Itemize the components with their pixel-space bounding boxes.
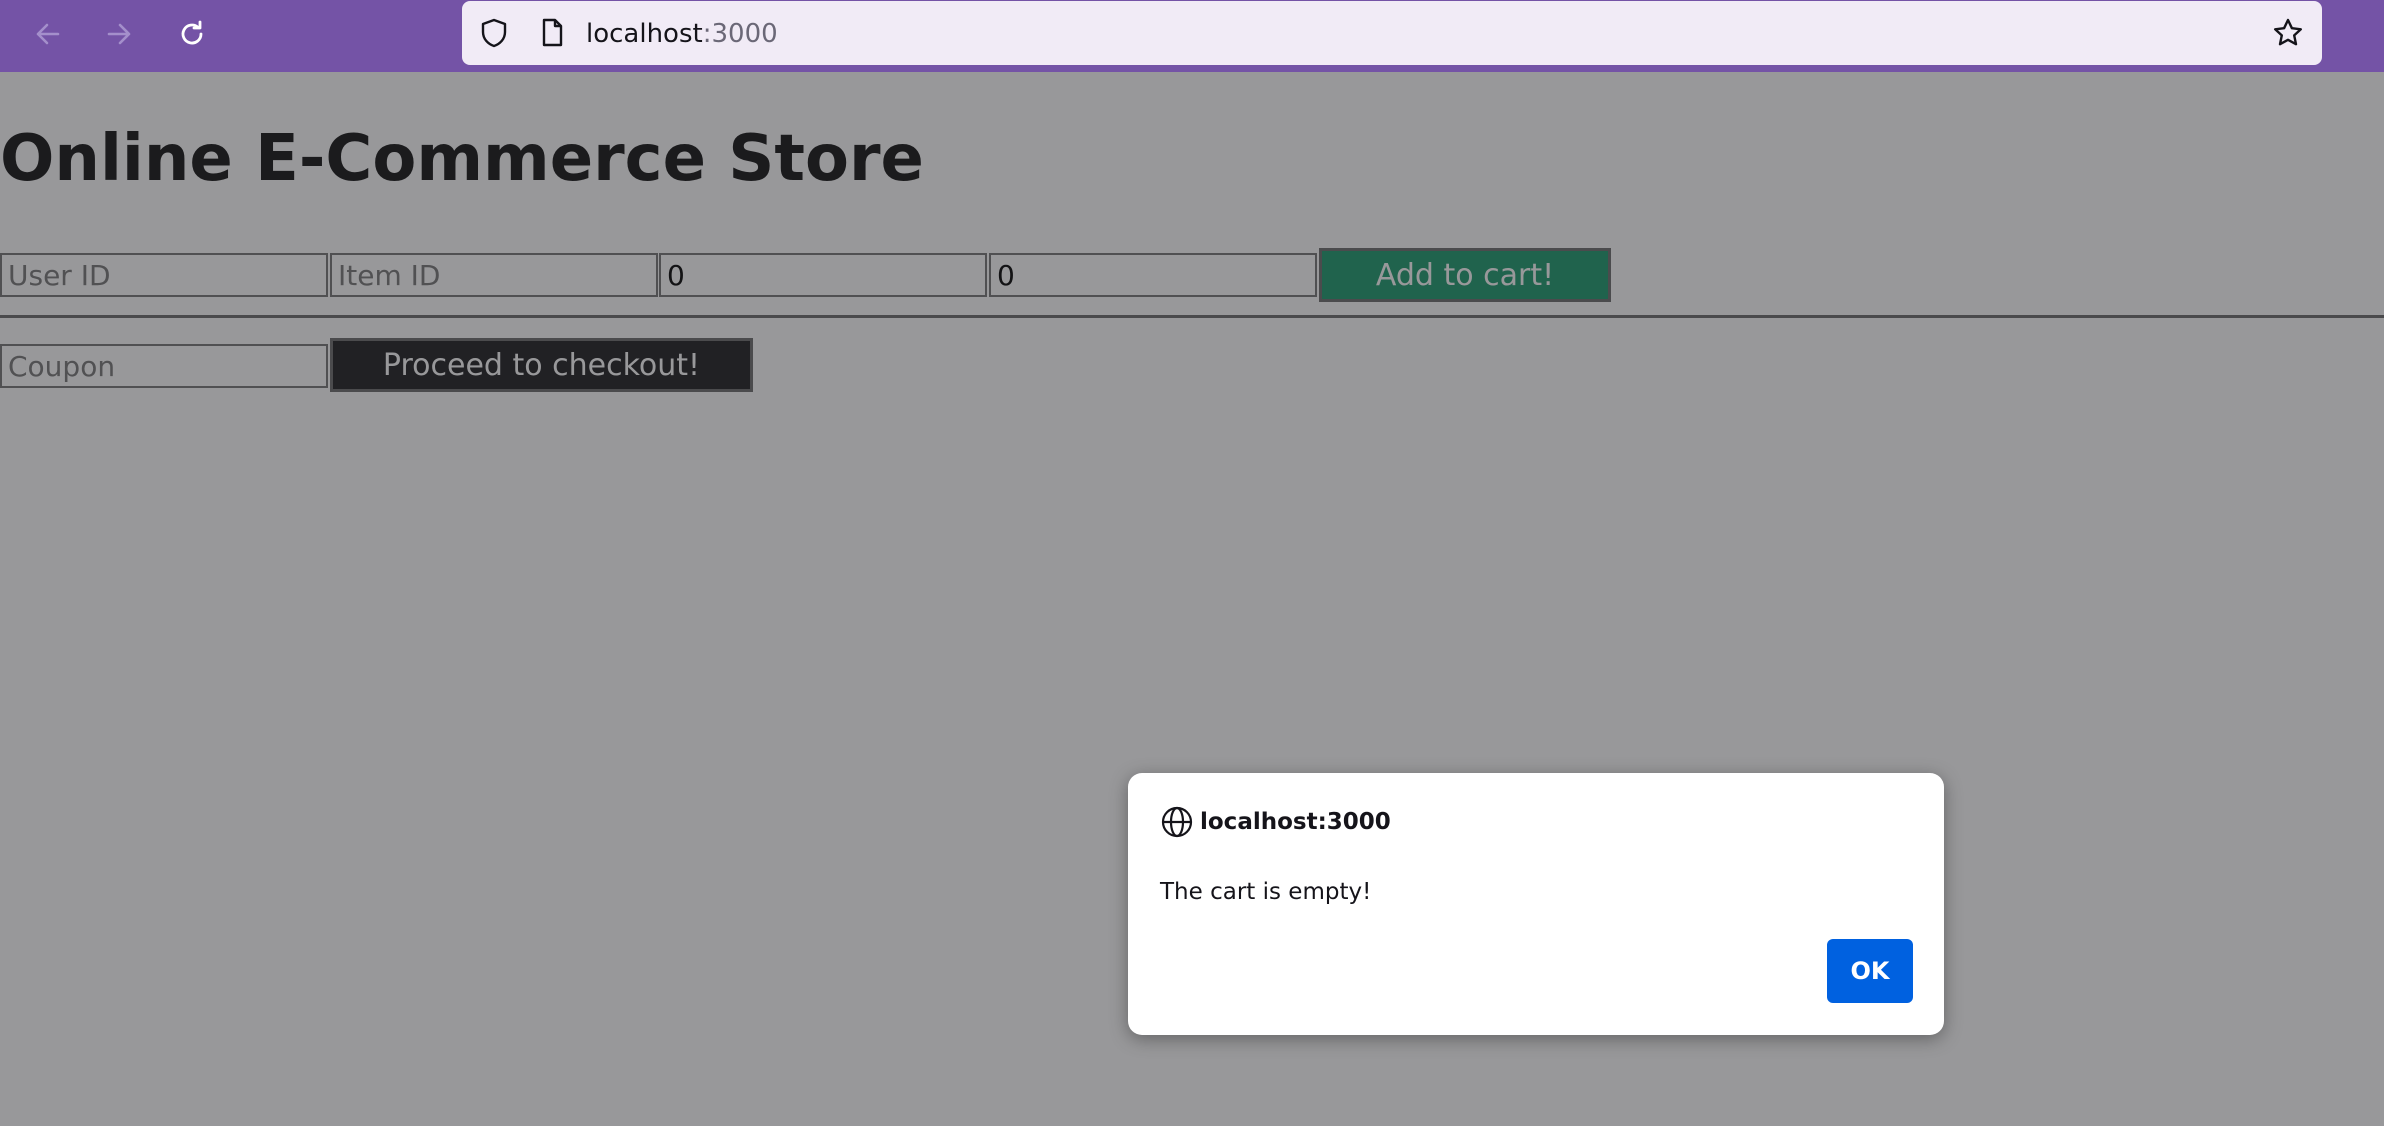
address-bar[interactable]: localhost:3000 (462, 1, 2322, 65)
star-icon[interactable] (2272, 17, 2304, 49)
forward-button[interactable] (97, 14, 141, 58)
back-button[interactable] (26, 14, 70, 58)
reload-button[interactable] (170, 14, 214, 58)
reload-icon (176, 18, 208, 54)
dialog-message: The cart is empty! (1160, 879, 1372, 905)
back-arrow-icon (32, 18, 64, 54)
page-icon[interactable] (536, 17, 568, 49)
url-host: localhost (586, 19, 703, 49)
browser-toolbar: localhost:3000 (0, 0, 2384, 72)
url-text[interactable]: localhost:3000 (586, 1, 778, 65)
alert-dialog: localhost:3000 The cart is empty! OK (1128, 773, 1944, 1035)
ok-button[interactable]: OK (1827, 939, 1913, 1003)
dialog-origin: localhost:3000 (1200, 809, 1391, 835)
globe-icon (1160, 805, 1194, 839)
url-port: :3000 (702, 19, 778, 49)
forward-arrow-icon (103, 18, 135, 54)
shield-icon[interactable] (478, 17, 510, 49)
